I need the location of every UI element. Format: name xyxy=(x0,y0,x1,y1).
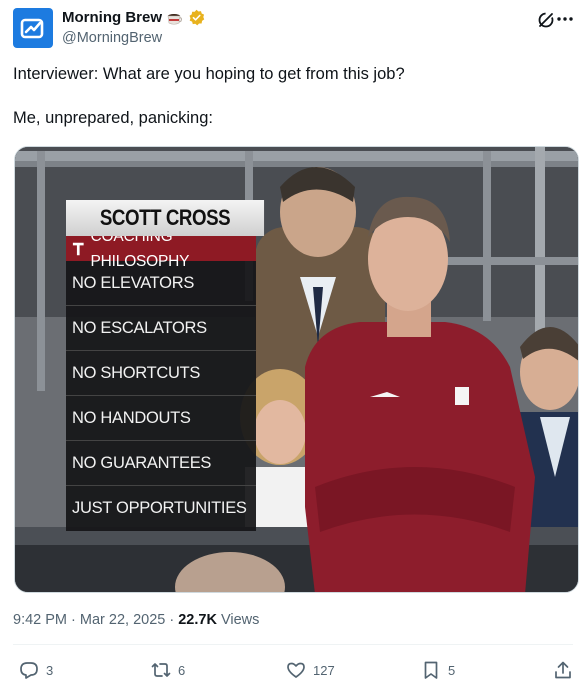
philosophy-item: NO ESCALATORS xyxy=(66,306,256,351)
tweet-text: Interviewer: What are you hoping to get … xyxy=(13,63,573,129)
avatar[interactable] xyxy=(13,8,53,48)
overlay-subtitle: COACHING PHILOSOPHY xyxy=(66,228,256,270)
like-button[interactable]: 127 xyxy=(286,660,335,680)
philosophy-item: NO GUARANTEES xyxy=(66,441,256,486)
share-button[interactable] xyxy=(553,660,573,680)
tweet-line-1: Interviewer: What are you hoping to get … xyxy=(13,65,405,83)
philosophy-item: JUST OPPORTUNITIES xyxy=(72,499,247,517)
author-name[interactable]: Morning Brew xyxy=(62,9,162,26)
heart-icon xyxy=(287,662,305,678)
coach-name: SCOTT CROSS xyxy=(66,200,265,236)
philosophy-list: NO ELEVATORS NO ESCALATORS NO SHORTCUTS … xyxy=(66,261,256,531)
like-count: 127 xyxy=(313,662,335,678)
tweet-image[interactable]: SCOTT CROSS COACHING PHILOSOPHY NO ELEVA… xyxy=(14,146,579,593)
timestamp[interactable]: 9:42 PM · Mar 22, 2025 · xyxy=(13,612,178,628)
coffee-icon xyxy=(167,13,183,25)
views-count: 22.7K xyxy=(178,612,217,628)
troy-t-logo-icon xyxy=(72,242,84,255)
bookmark-button[interactable]: 5 xyxy=(421,660,455,680)
philosophy-item: NO HANDOUTS xyxy=(66,396,256,441)
repost-count: 6 xyxy=(178,662,186,678)
reply-button[interactable]: 3 xyxy=(19,660,53,680)
action-bar: 3 6 127 5 xyxy=(13,660,573,684)
tweet-meta: 9:42 PM · Mar 22, 2025 · 22.7K Views xyxy=(13,612,259,628)
bookmark-count: 5 xyxy=(448,662,456,678)
verified-icon[interactable] xyxy=(188,9,205,26)
tweet-line-2: Me, unprepared, panicking: xyxy=(13,109,213,127)
divider xyxy=(13,644,573,645)
views-label: Views xyxy=(216,612,260,628)
repost-icon xyxy=(151,663,171,677)
reply-icon xyxy=(20,662,38,679)
reply-count: 3 xyxy=(46,662,54,678)
philosophy-item: NO SHORTCUTS xyxy=(66,351,256,396)
share-icon xyxy=(555,661,571,679)
bookmark-icon xyxy=(424,661,438,679)
more-options-icon[interactable] xyxy=(557,16,573,22)
grok-icon[interactable] xyxy=(536,10,556,30)
brand-logo-icon xyxy=(20,18,44,39)
coaching-philosophy-graphic: SCOTT CROSS COACHING PHILOSOPHY NO ELEVA… xyxy=(66,200,265,531)
tweet-header: Morning Brew @MorningBrew xyxy=(13,8,573,52)
repost-button[interactable]: 6 xyxy=(151,660,185,680)
author-handle[interactable]: @MorningBrew xyxy=(62,30,162,46)
